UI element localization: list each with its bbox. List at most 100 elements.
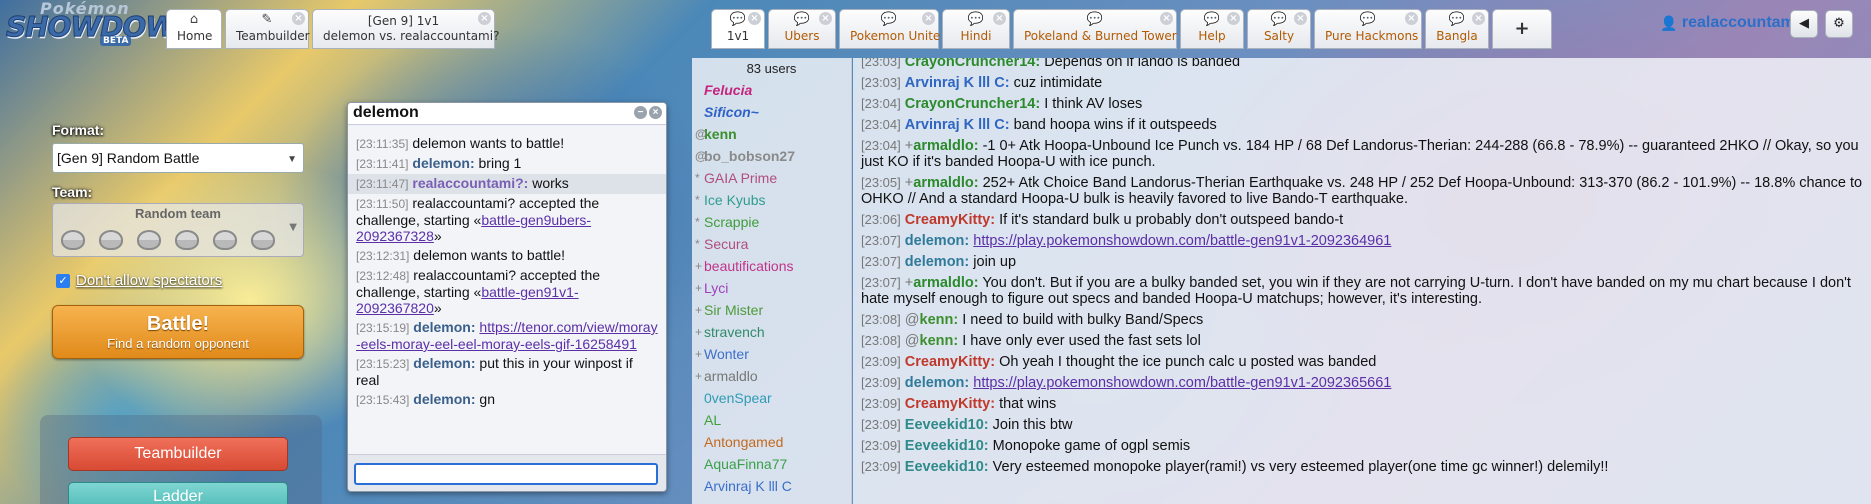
chat-text: join up bbox=[973, 254, 1017, 270]
ladder-button[interactable]: Ladder bbox=[68, 482, 288, 504]
user-count[interactable]: 83 users bbox=[692, 58, 851, 80]
pm-input-area bbox=[348, 454, 666, 491]
chat-username[interactable]: kenn: bbox=[920, 333, 959, 349]
tab-room-bangla[interactable]: 💬 Bangla × bbox=[1425, 9, 1489, 49]
user-name: GAIA Prime bbox=[704, 170, 778, 186]
user-list-item[interactable]: * Ice Kyubs bbox=[692, 190, 851, 212]
user-list-item[interactable]: Sificon~ bbox=[692, 102, 851, 124]
chat-username[interactable]: armaldlo: bbox=[913, 138, 978, 154]
user-list-item[interactable]: AL bbox=[692, 410, 851, 432]
close-icon[interactable]: × bbox=[1472, 12, 1485, 25]
chat-message: [23:08] @kenn: I have only ever used the… bbox=[853, 331, 1871, 352]
chat-message: [23:09] CreamyKitty: Oh yeah I thought t… bbox=[853, 352, 1871, 373]
user-list-item[interactable]: + stravench bbox=[692, 322, 851, 344]
tab-battle[interactable]: [Gen 9] 1v1 delemon vs. realaccountami? … bbox=[312, 9, 500, 49]
teambuilder-button[interactable]: Teambuilder bbox=[68, 437, 288, 471]
user-list-item[interactable]: Antongamed bbox=[692, 432, 851, 454]
chat-username[interactable]: CrayonCruncher14: bbox=[905, 96, 1040, 112]
close-icon[interactable]: × bbox=[1227, 12, 1240, 25]
close-icon[interactable]: × bbox=[1294, 12, 1307, 25]
tab-room-pure-hackmons[interactable]: 💬 Pure Hackmons × bbox=[1314, 9, 1422, 49]
close-icon[interactable]: × bbox=[1405, 12, 1418, 25]
user-list-item[interactable]: @ bo_bobson27 bbox=[692, 146, 851, 168]
tab-battle-players: delemon vs. realaccountami? bbox=[323, 29, 500, 43]
pm-message: [23:11:50] realaccountami? accepted the … bbox=[356, 195, 600, 244]
showdown-logo[interactable]: Pokémon SHOWDOWN BETA bbox=[4, 0, 199, 50]
user-list-item[interactable]: Felucia bbox=[692, 80, 851, 102]
chat-text: I need to build with bulky Band/Specs bbox=[962, 312, 1204, 328]
chat-link[interactable]: https://play.pokemonshowdown.com/battle-… bbox=[973, 375, 1391, 391]
user-list-item[interactable]: + armaldlo bbox=[692, 366, 851, 388]
team-select[interactable]: Random team ▼ bbox=[52, 203, 304, 257]
user-list-item[interactable]: AquaFinna77 bbox=[692, 454, 851, 476]
user-list-item[interactable]: + beautifications bbox=[692, 256, 851, 278]
close-icon[interactable]: × bbox=[819, 12, 832, 25]
chat-username[interactable]: Arvinraj K lll C: bbox=[905, 75, 1010, 91]
user-name: Ice Kyubs bbox=[704, 192, 766, 208]
close-icon[interactable]: × bbox=[748, 12, 761, 25]
user-list-item[interactable]: * GAIA Prime bbox=[692, 168, 851, 190]
tab-home[interactable]: ⌂ Home bbox=[166, 9, 222, 49]
add-room-button[interactable]: + bbox=[1492, 9, 1552, 49]
chat-username[interactable]: CreamyKitty: bbox=[905, 396, 995, 412]
spectators-toggle[interactable]: ✓ Don't allow spectators bbox=[56, 272, 222, 289]
chat-username[interactable]: Eeveekid10: bbox=[905, 438, 989, 454]
chat-text: that wins bbox=[999, 396, 1057, 412]
user-icon: 👤 bbox=[1660, 14, 1678, 31]
tab-room-help[interactable]: 💬 Help × bbox=[1180, 9, 1244, 49]
pm-title: delemon bbox=[353, 104, 419, 121]
tab-room-1v1[interactable]: 💬 1v1 × bbox=[711, 9, 765, 49]
chat-timestamp: [23:04] bbox=[861, 96, 901, 111]
checkbox-checked-icon[interactable]: ✓ bbox=[56, 273, 70, 288]
pm-title-bar: delemon − × bbox=[348, 103, 666, 125]
chat-username[interactable]: armaldlo: bbox=[913, 175, 978, 191]
chat-bubble-icon: 💬 bbox=[1359, 12, 1377, 27]
format-select[interactable]: [Gen 9] Random Battle ▼ bbox=[52, 143, 304, 173]
options-button[interactable]: ⚙ bbox=[1825, 10, 1853, 38]
chat-username[interactable]: kenn: bbox=[920, 312, 959, 328]
tab-room-pokemon-unite[interactable]: 💬 Pokemon Unite × bbox=[839, 9, 940, 49]
pokeball-icon bbox=[61, 230, 85, 250]
chat-username[interactable]: CrayonCruncher14: bbox=[905, 58, 1040, 70]
user-menu[interactable]: 👤 realaccountami? bbox=[1660, 14, 1809, 32]
user-list-item[interactable]: * Scrappie bbox=[692, 212, 851, 234]
chat-username[interactable]: CreamyKitty: bbox=[905, 212, 995, 228]
user-list-item[interactable]: + Sir Mister bbox=[692, 300, 851, 322]
header: Pokémon SHOWDOWN BETA ⌂ Home ✎ Teambuild… bbox=[0, 0, 1871, 58]
close-icon[interactable]: × bbox=[478, 12, 491, 25]
user-rank: * bbox=[695, 215, 700, 229]
user-list-item[interactable]: * Secura bbox=[692, 234, 851, 256]
tab-room-pokeland[interactable]: 💬 Pokeland & Burned Tower × bbox=[1013, 9, 1177, 49]
user-name: AL bbox=[704, 412, 722, 428]
chat-text: If it's standard bulk u probably don't o… bbox=[999, 212, 1344, 228]
close-icon[interactable]: × bbox=[993, 12, 1006, 25]
close-icon[interactable]: × bbox=[649, 106, 662, 119]
minimize-icon[interactable]: − bbox=[634, 106, 647, 119]
close-icon[interactable]: × bbox=[922, 12, 935, 25]
chat-username[interactable]: armaldlo: bbox=[913, 275, 978, 291]
user-list-item[interactable]: + Lyci bbox=[692, 278, 851, 300]
chat-link[interactable]: https://play.pokemonshowdown.com/battle-… bbox=[973, 233, 1391, 249]
chat-username[interactable]: CreamyKitty: bbox=[905, 354, 995, 370]
chat-username[interactable]: Eeveekid10: bbox=[905, 459, 989, 475]
sound-button[interactable]: ◀ bbox=[1790, 10, 1818, 38]
pm-message-input[interactable] bbox=[354, 463, 658, 485]
close-icon[interactable]: × bbox=[292, 12, 305, 25]
user-list-item[interactable]: @ kenn bbox=[692, 124, 851, 146]
tab-room-salty[interactable]: 💬 Salty × bbox=[1247, 9, 1311, 49]
chat-username[interactable]: Eeveekid10: bbox=[905, 417, 989, 433]
close-icon[interactable]: × bbox=[1160, 12, 1173, 25]
battle-button[interactable]: Battle! Find a random opponent bbox=[52, 305, 304, 359]
user-list-item[interactable]: + Wonter bbox=[692, 344, 851, 366]
chat-username[interactable]: delemon: bbox=[905, 254, 969, 270]
user-list-item[interactable]: Arvinraj K lll C bbox=[692, 476, 851, 498]
tab-room-ubers[interactable]: 💬 Ubers × bbox=[768, 9, 836, 49]
chat-username[interactable]: delemon: bbox=[905, 375, 969, 391]
pokeball-icon bbox=[137, 230, 161, 250]
chat-username[interactable]: Arvinraj K lll C: bbox=[905, 117, 1010, 133]
user-list-item[interactable]: 0venSpear bbox=[692, 388, 851, 410]
chat-username[interactable]: delemon: bbox=[905, 233, 969, 249]
tab-teambuilder[interactable]: ✎ Teambuilder × bbox=[225, 9, 310, 49]
team-label: Team: bbox=[52, 184, 93, 200]
tab-room-hindi[interactable]: 💬 Hindi × bbox=[942, 9, 1010, 49]
